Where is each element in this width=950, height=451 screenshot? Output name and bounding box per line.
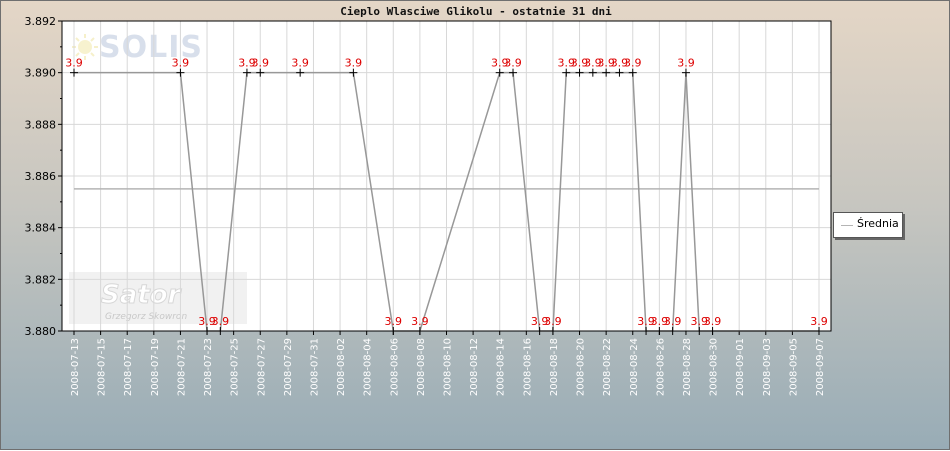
x-tick-label: 2008-09-01 bbox=[735, 338, 746, 396]
x-tick-label: 2008-09-05 bbox=[788, 338, 799, 396]
x-tick-label: 2008-07-13 bbox=[70, 338, 81, 396]
legend: Średnia bbox=[833, 212, 903, 238]
x-tick-label: 2008-08-14 bbox=[496, 338, 507, 396]
data-label: 3.9 bbox=[212, 315, 230, 328]
x-tick-label: 2008-08-04 bbox=[363, 338, 374, 396]
data-label: 3.9 bbox=[252, 57, 270, 70]
data-label: 3.9 bbox=[677, 57, 695, 70]
x-tick-label: 2008-09-03 bbox=[762, 338, 773, 396]
data-label: 3.9 bbox=[385, 315, 403, 328]
y-tick-label: 3.880 bbox=[25, 325, 57, 338]
x-tick-label: 2008-07-17 bbox=[123, 338, 134, 396]
x-tick-label: 2008-07-23 bbox=[203, 338, 214, 396]
data-label: 3.9 bbox=[624, 57, 642, 70]
y-axis: 3.880 3.882 3.884 3.886 3.888 3.890 3.892 bbox=[25, 15, 62, 338]
data-label: 3.9 bbox=[504, 57, 522, 70]
x-tick-label: 2008-08-18 bbox=[549, 338, 560, 396]
x-tick-label: 2008-07-31 bbox=[309, 338, 320, 396]
x-tick-label: 2008-07-25 bbox=[230, 338, 241, 396]
x-tick-label: 2008-08-12 bbox=[469, 338, 480, 396]
x-axis: 2008-07-13 2008-07-15 2008-07-17 2008-07-19… bbox=[70, 331, 826, 396]
y-tick-label: 3.886 bbox=[25, 170, 57, 183]
legend-swatch-srednia bbox=[841, 225, 853, 226]
x-tick-label: 2008-07-21 bbox=[176, 338, 187, 396]
data-label: 3.9 bbox=[810, 315, 828, 328]
legend-label-srednia: Średnia bbox=[857, 217, 899, 230]
data-label: 3.9 bbox=[544, 315, 562, 328]
x-tick-label: 2008-08-10 bbox=[443, 338, 454, 396]
x-tick-label: 2008-08-30 bbox=[709, 338, 720, 396]
y-tick-label: 3.882 bbox=[25, 273, 57, 286]
x-tick-label: 2008-08-16 bbox=[522, 338, 533, 396]
y-tick-label: 3.888 bbox=[25, 118, 57, 131]
y-tick-label: 3.884 bbox=[25, 222, 57, 235]
data-label: 3.9 bbox=[291, 57, 309, 70]
x-tick-label: 2008-07-27 bbox=[256, 338, 267, 396]
y-tick-label: 3.892 bbox=[25, 15, 57, 28]
x-tick-label: 2008-08-02 bbox=[336, 338, 347, 396]
x-tick-label: 2008-07-15 bbox=[97, 338, 108, 396]
x-tick-label: 2008-08-24 bbox=[629, 338, 640, 396]
data-label: 3.9 bbox=[704, 315, 722, 328]
x-tick-label: 2008-09-07 bbox=[815, 338, 826, 396]
x-tick-label: 2008-07-29 bbox=[283, 338, 294, 396]
x-tick-label: 2008-08-06 bbox=[389, 338, 400, 396]
data-label: 3.9 bbox=[411, 315, 429, 328]
chart-svg: SOLIS Sator Grzegorz Skowron 3.8803.8823… bbox=[25, 15, 832, 396]
x-tick-label: 2008-08-22 bbox=[602, 338, 613, 396]
sator-logo-text: Sator bbox=[101, 280, 183, 310]
chart-frame: Cieplo Wlasciwe Glikolu - ostatnie 31 dn… bbox=[0, 0, 950, 450]
x-tick-label: 2008-08-08 bbox=[416, 338, 427, 396]
data-label: 3.9 bbox=[664, 315, 682, 328]
y-tick-label: 3.890 bbox=[25, 67, 57, 80]
x-tick-label: 2008-08-26 bbox=[655, 338, 666, 396]
x-tick-label: 2008-08-28 bbox=[682, 338, 693, 396]
data-label: 3.9 bbox=[172, 57, 190, 70]
x-tick-label: 2008-07-19 bbox=[150, 338, 161, 396]
data-label: 3.9 bbox=[65, 57, 83, 70]
x-tick-label: 2008-08-20 bbox=[576, 338, 587, 396]
data-label: 3.9 bbox=[345, 57, 363, 70]
sator-logo-subtext: Grzegorz Skowron bbox=[105, 312, 187, 322]
